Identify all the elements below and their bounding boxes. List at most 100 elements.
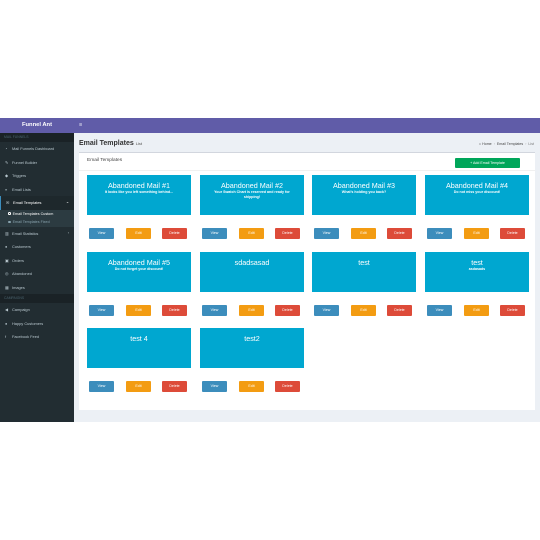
template-title: test2 [244,334,260,343]
delete-button[interactable]: Delete [387,305,412,316]
template-title: sdadsasad [234,258,270,267]
edit-button[interactable]: Edit [464,305,489,316]
view-button[interactable]: View [314,305,339,316]
sidebar-item-facebook-feed[interactable]: f Facebook Feed [0,330,74,344]
sidebar-section-campaigns: CAMPAIGNS [0,294,74,303]
template-preview[interactable]: Abandoned Mail #2 Your Swatch Chart is re… [200,175,304,215]
sidebar-subitem-templates-fixed[interactable]: Email Templates Fixed [0,218,74,227]
edit-button[interactable]: Edit [239,228,264,239]
view-button[interactable]: View [89,305,114,316]
page-subtitle: List [135,142,143,146]
breadcrumb-current: List [528,142,534,146]
view-button[interactable]: View [314,228,339,239]
edit-button[interactable]: Edit [239,381,264,392]
delete-button[interactable]: Delete [275,305,300,316]
sidebar-item-email-templates[interactable]: ✉ Email Templates ⌄ [0,196,74,210]
template-title: Abandoned Mail #2 [221,181,283,190]
edit-button[interactable]: Edit [126,305,151,316]
sidebar-item-customers[interactable]: ● Customers [0,240,74,254]
megaphone-icon: ◀ [5,308,8,312]
template-preview[interactable]: test asdasads [425,252,529,292]
view-button[interactable]: View [202,381,227,392]
home-icon: ⌂ [478,142,482,146]
view-button[interactable]: View [89,228,114,239]
sidebar-item-happy-customers[interactable]: ● Happy Customers [0,317,74,331]
cart-x-icon: ◎ [5,272,9,276]
breadcrumb-home[interactable]: Home [482,142,492,146]
sidebar-item-label: Images [12,284,25,290]
edit-button[interactable]: Edit [126,381,151,392]
delete-button[interactable]: Delete [500,305,525,316]
template-title: Abandoned Mail #5 [108,258,170,267]
template-preview[interactable]: Abandoned Mail #1 It looks like you left … [87,175,191,215]
template-card: test asdasads View Edit Delete [425,252,529,317]
delete-button[interactable]: Delete [387,228,412,239]
menu-toggle-icon[interactable]: ≡ [79,122,82,128]
chevron-left-icon: ‹ [67,230,69,235]
circle-icon [8,220,11,224]
template-preview[interactable]: test 4 [87,328,191,368]
sidebar: Funnel Ant MAIL FUNNELS ◔ Mail Funnels Da… [0,118,74,422]
delete-button[interactable]: Delete [162,381,187,392]
sidebar-item-dashboard[interactable]: ◔ Mail Funnels Dashboard [0,142,74,156]
view-button[interactable]: View [427,228,452,239]
divider [79,170,535,171]
sidebar-item-label: Mail Funnels Dashboard [12,146,55,151]
brand-logo[interactable]: Funnel Ant [0,118,74,133]
sidebar-item-images[interactable]: ▦ Images [0,281,74,295]
sidebar-item-label: Funnel Builder [12,159,38,165]
delete-button[interactable]: Delete [275,381,300,392]
sidebar-item-triggers[interactable]: ◆ Triggers [0,169,74,183]
template-preview[interactable]: test [312,252,416,292]
sidebar-subitem-templates-custom[interactable]: Email Templates Custom [0,209,74,218]
view-button[interactable]: View [202,305,227,316]
sidebar-item-label: Customers [12,244,31,249]
sidebar-item-label: Email Templates [13,200,42,205]
view-button[interactable]: View [202,228,227,239]
users-icon: ● [5,245,8,249]
edit-button[interactable]: Edit [126,228,151,239]
template-actions: View Edit Delete [200,228,304,240]
template-card: Abandoned Mail #1 It looks like you left … [87,175,191,240]
sidebar-item-label: Happy Customers [12,320,44,326]
template-preview[interactable]: test2 [200,328,304,368]
template-preview[interactable]: Abandoned Mail #3 What's holding you back… [312,175,416,215]
template-subtitle: asdasads [468,267,486,271]
template-actions: View Edit Delete [200,305,304,317]
sidebar-item-funnel-builder[interactable]: ✎ Funnel Builder [0,156,74,170]
edit-button[interactable]: Edit [464,228,489,239]
view-button[interactable]: View [427,305,452,316]
add-email-template-button[interactable]: + Add Email Template [455,157,520,168]
breadcrumb-email-templates[interactable]: Email Templates [497,142,523,146]
sidebar-item-label: Campaign [12,307,30,312]
sidebar-item-email-statistics[interactable]: ▥ Email Statistics ‹ [0,227,74,241]
template-actions: View Edit Delete [87,228,191,240]
delete-button[interactable]: Delete [162,305,187,316]
template-subtitle: Your Swatch Chart is reserved and ready … [214,190,290,199]
sidebar-item-email-lists[interactable]: ≡ Email Lists [0,183,74,197]
template-preview[interactable]: Abandoned Mail #4 Do not miss your discou… [425,175,529,215]
template-card: Abandoned Mail #5 Do not forget your disc… [87,252,191,317]
delete-button[interactable]: Delete [500,228,525,239]
top-navbar: ≡ [74,118,540,133]
sidebar-item-abandoned[interactable]: ◎ Abandoned [0,267,74,281]
template-preview[interactable]: sdadsasad [200,252,304,292]
edit-button[interactable]: Edit [351,305,376,316]
view-button[interactable]: View [89,381,114,392]
delete-button[interactable]: Delete [162,228,187,239]
box-title: Email Templates [87,158,123,163]
template-actions: View Edit Delete [87,381,191,393]
sidebar-item-orders[interactable]: ▣ Orders [0,254,74,268]
sidebar-item-campaign[interactable]: ◀ Campaign [0,303,74,317]
edit-button[interactable]: Edit [351,228,376,239]
pencil-icon: ✎ [5,160,9,165]
template-card: test2 View Edit Delete [200,328,304,393]
template-preview[interactable]: Abandoned Mail #5 Do not forget your disc… [87,252,191,292]
edit-button[interactable]: Edit [239,305,264,316]
template-subtitle: It looks like you left something behind.… [104,190,174,194]
template-card: sdadsasad View Edit Delete [200,252,304,317]
template-card: Abandoned Mail #2 Your Swatch Chart is re… [200,175,304,240]
template-actions: View Edit Delete [425,305,529,317]
delete-button[interactable]: Delete [275,228,300,239]
template-actions: View Edit Delete [200,381,304,393]
